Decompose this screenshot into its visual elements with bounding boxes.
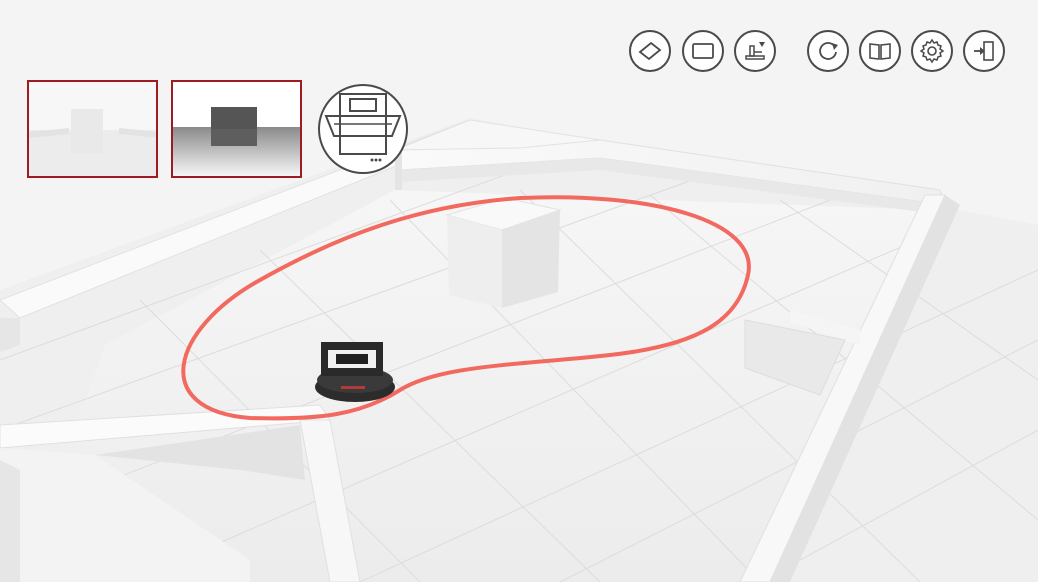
robot-model-drawing [324, 93, 402, 162]
depth-camera-preview[interactable] [171, 80, 302, 178]
rgb-camera-image [29, 82, 156, 176]
manual-button[interactable] [859, 30, 901, 72]
robot[interactable] [315, 342, 395, 402]
exit-button[interactable] [963, 30, 1005, 72]
mapping-robot-icon [745, 42, 765, 60]
settings-button[interactable] [911, 30, 953, 72]
rgb-camera-preview[interactable] [27, 80, 158, 178]
reset-button[interactable] [807, 30, 849, 72]
mapping-button[interactable] [734, 30, 776, 72]
gear-icon [919, 38, 945, 64]
wall-button[interactable] [682, 30, 724, 72]
rectangle-icon [692, 43, 714, 59]
simulation-app [0, 0, 1038, 582]
cube-left-face [447, 215, 502, 308]
floor-button[interactable] [629, 30, 671, 72]
wall-front-edge [0, 460, 20, 582]
rotate-icon [819, 42, 838, 60]
book-icon [869, 43, 891, 60]
depth-camera-image [173, 82, 300, 176]
floor-plane-icon [638, 41, 662, 61]
exit-icon [974, 41, 994, 61]
robot-model-icon[interactable] [318, 84, 408, 174]
